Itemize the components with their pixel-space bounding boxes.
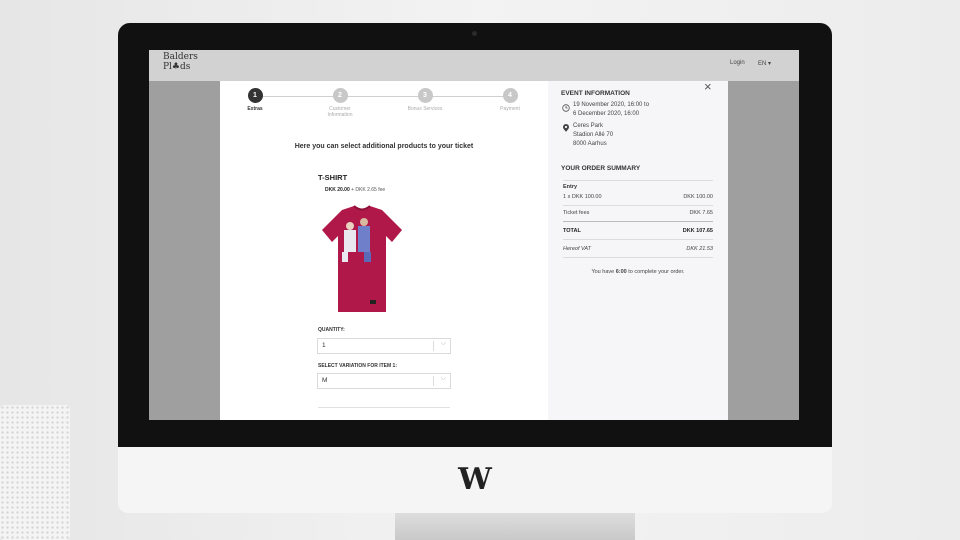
venue-street: Stadion Allé 70 <box>573 132 614 138</box>
monitor-chin: W <box>118 447 832 513</box>
variation-label: SELECT VARIATION FOR ITEM 1: <box>318 363 397 369</box>
summary-divider <box>563 180 713 181</box>
event-date-start: 19 November 2020, 16:00 to <box>573 102 650 108</box>
close-icon[interactable]: × <box>704 80 712 94</box>
brand-line-2: Pl♣ds <box>163 62 191 72</box>
price-fee: + DKK 2.65 fee <box>351 187 386 193</box>
total-row: TOTAL DKK 107.65 <box>563 228 713 234</box>
event-date-end: 6 December 2020, 16:00 <box>573 111 640 117</box>
vat-amount: DKK 21.53 <box>686 246 713 252</box>
product-price: DKK 20.00 + DKK 2.65 fee <box>325 187 385 193</box>
entry-amount: DKK 100.00 <box>683 194 713 200</box>
checkout-modal: 1 Extras 2 Customer Information 3 Bonus … <box>220 80 728 420</box>
product-title: T-SHIRT <box>318 173 348 182</box>
screen: Balders Pl♣ds Login EN ▾ 1 Extras 2 Cust… <box>149 50 799 420</box>
monitor-stand <box>395 512 635 540</box>
step-label: Bonus Services <box>407 106 443 112</box>
order-timer: You have 6:00 to complete your order. <box>548 269 728 275</box>
step-bonus-services[interactable]: 3 Bonus Services <box>395 88 455 112</box>
timer-prefix: You have <box>591 269 615 275</box>
timer-value: 6:00 <box>615 269 627 275</box>
event-info-heading: EVENT INFORMATION <box>561 90 630 97</box>
step-extras[interactable]: 1 Extras <box>225 88 285 112</box>
monitor-logo: W <box>458 462 492 497</box>
total-amount: DKK 107.65 <box>682 228 713 234</box>
language-select[interactable]: EN ▾ <box>758 60 771 67</box>
stepper-line <box>255 96 510 97</box>
price-main: DKK 20.00 <box>325 187 350 193</box>
step-label: Extras <box>247 106 263 112</box>
quantity-select[interactable]: 1 ⌵ <box>317 338 451 354</box>
speaker <box>0 405 70 540</box>
brand-logo[interactable]: Balders Pl♣ds <box>163 52 213 72</box>
clock-icon <box>562 104 570 112</box>
order-summary-heading: YOUR ORDER SUMMARY <box>561 165 641 172</box>
venue-name: Ceres Park <box>573 123 604 129</box>
chevron-down-icon: ⌵ <box>440 340 446 347</box>
step-number: 2 <box>332 88 348 103</box>
summary-divider <box>563 239 713 240</box>
summary-divider <box>563 257 713 258</box>
login-link[interactable]: Login <box>730 60 745 66</box>
quantity-value: 1 <box>322 342 326 349</box>
top-bar: Balders Pl♣ds Login EN ▾ <box>149 50 799 81</box>
step-number: 3 <box>417 88 433 103</box>
entry-label: Entry <box>563 184 578 190</box>
event-dates: 19 November 2020, 16:00 to 6 December 20… <box>573 101 683 119</box>
chevron-down-icon: ⌵ <box>440 375 446 382</box>
section-divider <box>318 407 450 408</box>
brand-line-1: Balders <box>163 52 198 62</box>
venue-city: 8000 Aarhus <box>573 141 607 147</box>
entry-line: 1 x DKK 100.00 <box>563 194 602 200</box>
step-label: Payment <box>500 106 520 112</box>
checkout-main: 1 Extras 2 Customer Information 3 Bonus … <box>220 81 571 420</box>
total-label: TOTAL <box>563 228 581 234</box>
step-customer-information[interactable]: 2 Customer Information <box>310 88 370 118</box>
tshirt-image <box>322 205 402 312</box>
step-label: Customer Information <box>327 106 353 118</box>
fees-label: Ticket fees <box>563 210 590 216</box>
camera <box>472 31 477 36</box>
variation-value: M <box>322 377 328 384</box>
step-payment[interactable]: 4 Payment <box>480 88 540 112</box>
summary-divider <box>563 221 713 222</box>
fees-row: Ticket fees DKK 7.65 <box>563 210 713 216</box>
vat-label: Hereof VAT <box>563 246 592 252</box>
summary-divider <box>563 205 713 206</box>
event-address: Ceres Park Stadion Allé 70 8000 Aarhus <box>573 122 683 149</box>
entry-row: 1 x DKK 100.00 DKK 100.00 <box>563 194 713 200</box>
quantity-label: QUANTITY: <box>318 327 345 333</box>
select-divider <box>433 376 434 386</box>
step-number: 1 <box>247 88 263 103</box>
location-pin-icon <box>563 124 569 132</box>
vat-row: Hereof VAT DKK 21.53 <box>563 246 713 252</box>
intro-text: Here you can select additional products … <box>294 143 474 150</box>
order-sidebar: × EVENT INFORMATION 19 November 2020, 16… <box>548 80 728 420</box>
select-divider <box>433 341 434 351</box>
step-number: 4 <box>502 88 518 103</box>
variation-select[interactable]: M ⌵ <box>317 373 451 389</box>
fees-amount: DKK 7.65 <box>689 210 713 216</box>
timer-suffix: to complete your order. <box>628 269 685 275</box>
